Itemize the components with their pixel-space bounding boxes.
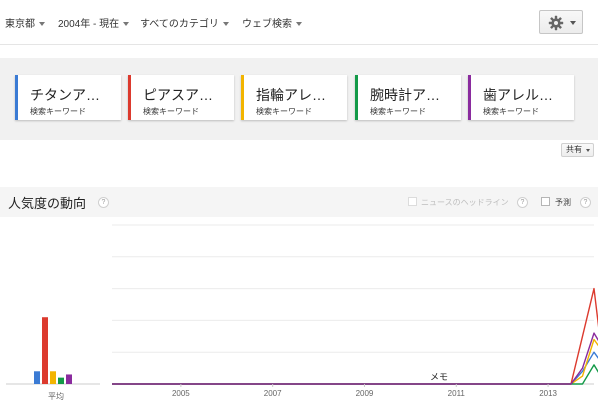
term-color-bar	[468, 75, 471, 120]
gear-icon	[548, 15, 564, 31]
search-terms-bar: チタンア… 検索キーワード ピアスア… 検索キーワード 指輪アレ… 検索キーワー…	[0, 58, 598, 140]
term-color-bar	[15, 75, 18, 120]
filter-bar: 東京都 2004年 - 現在 すべてのカテゴリ ウェブ検索	[0, 0, 598, 45]
term-label: 指輪アレ…	[256, 87, 326, 103]
search-type-label: ウェブ検索	[242, 19, 292, 30]
x-tick-label: 2007	[264, 389, 282, 398]
term-label: チタンア…	[30, 87, 100, 103]
share-label: 共有	[566, 145, 582, 154]
chevron-down-icon	[296, 22, 302, 27]
term-type: 検索キーワード	[30, 107, 86, 116]
term-card[interactable]: チタンア… 検索キーワード	[15, 75, 121, 120]
chevron-down-icon	[123, 22, 130, 27]
x-tick-label: 2013	[539, 389, 557, 398]
news-headlines-checkbox[interactable]	[408, 197, 417, 206]
category-label: すべてのカテゴリ	[140, 19, 219, 30]
search-type-dropdown[interactable]: ウェブ検索	[242, 15, 302, 30]
category-dropdown[interactable]: すべてのカテゴリ	[140, 15, 229, 30]
interest-header: 人気度の動向 ? ニュースのヘッドライン ? 予測 ?	[0, 187, 598, 217]
average-label: 平均	[48, 391, 64, 401]
trend-line	[112, 287, 598, 385]
time-range-label: 2004年 - 現在	[58, 19, 120, 30]
help-icon[interactable]: ?	[98, 197, 109, 208]
trend-line	[112, 332, 598, 385]
chevron-down-icon	[586, 149, 590, 152]
average-bar	[42, 317, 48, 384]
term-card[interactable]: 歯アレル… 検索キーワード	[468, 75, 574, 120]
interest-chart: 2005 2007 2009 2011 2013 平均 メモ	[0, 217, 598, 404]
x-axis-ticks: 2005 2007 2009 2011 2013	[172, 384, 558, 398]
term-type: 検索キーワード	[483, 107, 539, 116]
chevron-down-icon	[39, 22, 45, 27]
trend-lines	[112, 287, 598, 385]
average-bars	[34, 317, 72, 384]
region-dropdown[interactable]: 東京都	[5, 15, 45, 30]
help-icon[interactable]: ?	[517, 197, 528, 208]
forecast-label: 予測	[555, 198, 571, 207]
term-color-bar	[128, 75, 131, 120]
average-bar	[34, 371, 40, 384]
average-bar	[66, 374, 72, 384]
settings-button[interactable]	[539, 10, 583, 34]
x-tick-label: 2009	[356, 389, 374, 398]
time-range-dropdown[interactable]: 2004年 - 現在	[58, 15, 130, 30]
term-type: 検索キーワード	[143, 107, 199, 116]
term-card[interactable]: 腕時計ア… 検索キーワード	[355, 75, 461, 120]
trend-line	[112, 364, 598, 385]
trend-line	[112, 338, 598, 385]
chevron-down-icon	[222, 22, 229, 27]
memo-annotation[interactable]: メモ	[430, 372, 448, 382]
term-color-bar	[241, 75, 244, 120]
help-icon[interactable]: ?	[580, 197, 591, 208]
region-label: 東京都	[5, 19, 35, 30]
term-card[interactable]: ピアスア… 検索キーワード	[128, 75, 234, 120]
section-title: 人気度の動向	[8, 196, 87, 211]
trend-chart-svg: 2005 2007 2009 2011 2013 平均 メモ	[6, 224, 598, 401]
term-label: 腕時計ア…	[370, 87, 440, 103]
term-type: 検索キーワード	[256, 107, 312, 116]
term-label: 歯アレル…	[483, 87, 553, 103]
x-tick-label: 2005	[172, 389, 190, 398]
term-type: 検索キーワード	[370, 107, 426, 116]
trend-line	[112, 351, 598, 385]
x-tick-label: 2011	[448, 389, 466, 398]
term-color-bar	[355, 75, 358, 120]
average-bar	[50, 371, 56, 384]
forecast-checkbox[interactable]	[541, 197, 550, 206]
average-bar	[58, 377, 64, 384]
term-label: ピアスア…	[143, 87, 213, 103]
news-headlines-label: ニュースのヘッドライン	[421, 198, 509, 207]
chevron-down-icon	[570, 21, 576, 25]
chart-gridlines	[6, 224, 594, 385]
share-button[interactable]: 共有	[561, 143, 594, 157]
term-card[interactable]: 指輪アレ… 検索キーワード	[241, 75, 347, 120]
